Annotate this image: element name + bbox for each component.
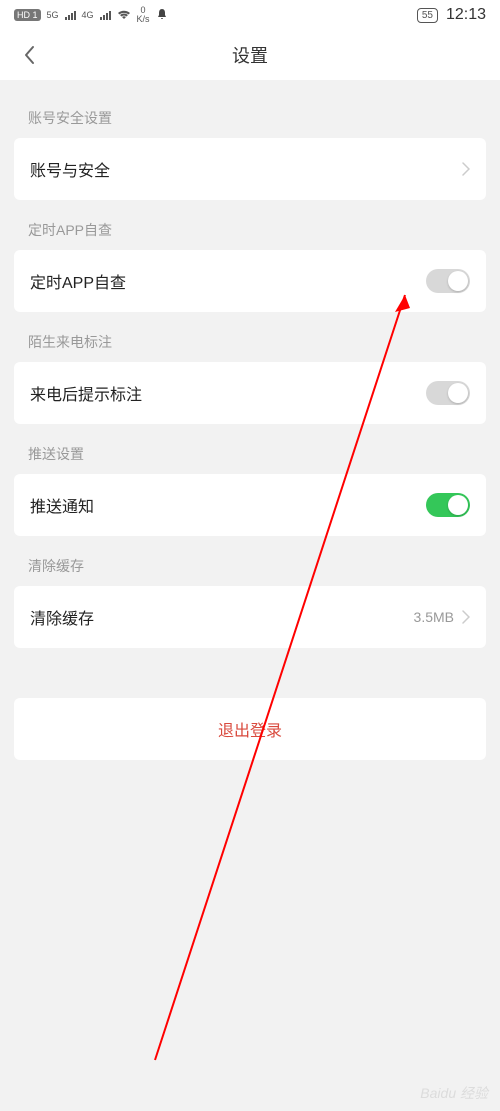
battery-icon: 55 <box>417 8 438 23</box>
toggle-knob <box>448 383 468 403</box>
row-label-push: 推送通知 <box>30 493 94 517</box>
toggle-knob <box>448 495 468 515</box>
row-label-cache: 清除缓存 <box>30 605 94 629</box>
wifi-icon <box>117 8 131 23</box>
toggle-caller-id[interactable] <box>426 381 470 405</box>
chevron-left-icon <box>23 45 35 65</box>
card-push: 推送通知 <box>14 474 486 536</box>
card-cache: 清除缓存 3.5MB <box>14 586 486 648</box>
logout-button[interactable]: 退出登录 <box>14 698 486 760</box>
section-header-appcheck: 定时APP自查 <box>0 200 500 250</box>
back-button[interactable] <box>14 40 44 70</box>
chevron-right-icon <box>462 162 470 176</box>
network-2-label: 4G <box>82 10 94 20</box>
watermark: Baidu 经验 <box>420 1083 488 1103</box>
signal-bars-1-icon <box>65 11 76 20</box>
row-push: 推送通知 <box>30 474 470 536</box>
section-header-account: 账号安全设置 <box>0 80 500 138</box>
page-title: 设置 <box>232 42 268 68</box>
header-bar: 设置 <box>0 30 500 80</box>
row-label-caller: 来电后提示标注 <box>30 381 142 405</box>
network-1-label: 5G <box>47 10 59 20</box>
card-caller-id: 来电后提示标注 <box>14 362 486 424</box>
toggle-app-check[interactable] <box>426 269 470 293</box>
hd-badge: HD 1 <box>14 9 41 21</box>
status-left: HD 1 5G 4G 0 K/s <box>14 6 168 24</box>
section-header-push: 推送设置 <box>0 424 500 474</box>
row-account-security[interactable]: 账号与安全 <box>30 138 470 200</box>
row-app-check: 定时APP自查 <box>30 250 470 312</box>
logout-label: 退出登录 <box>218 717 282 741</box>
row-caller-id: 来电后提示标注 <box>30 362 470 424</box>
toggle-knob <box>448 271 468 291</box>
card-account-security: 账号与安全 <box>14 138 486 200</box>
cache-size-value: 3.5MB <box>414 609 454 625</box>
clock-time: 12:13 <box>446 6 486 24</box>
row-cache[interactable]: 清除缓存 3.5MB <box>30 586 470 648</box>
toggle-push[interactable] <box>426 493 470 517</box>
row-label-account: 账号与安全 <box>30 157 110 181</box>
bell-icon <box>156 8 168 23</box>
row-label-appcheck: 定时APP自查 <box>30 269 126 293</box>
signal-bars-2-icon <box>100 11 111 20</box>
chevron-right-icon <box>462 610 470 624</box>
status-bar: HD 1 5G 4G 0 K/s 55 12:13 <box>0 0 500 30</box>
section-header-cache: 清除缓存 <box>0 536 500 586</box>
net-speed: 0 K/s <box>137 6 150 24</box>
section-header-caller: 陌生来电标注 <box>0 312 500 362</box>
card-app-check: 定时APP自查 <box>14 250 486 312</box>
status-right: 55 12:13 <box>417 6 486 24</box>
